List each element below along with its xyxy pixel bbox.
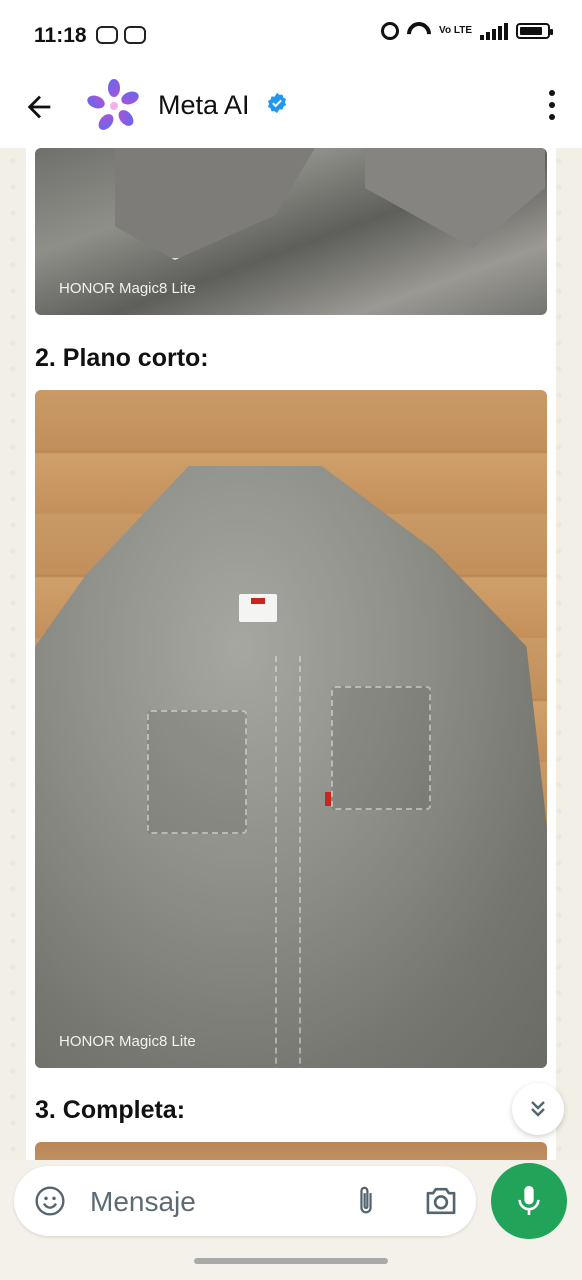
- collar-right: [365, 148, 545, 248]
- system-icons: Vo LTE: [381, 22, 553, 40]
- section-heading: 3. Completa:: [35, 1096, 186, 1124]
- shirt-short-shot-photo[interactable]: HONOR Magic8 Lite: [35, 390, 547, 1068]
- chat-header: Meta AI: [0, 70, 582, 148]
- back-arrow-icon[interactable]: [22, 90, 56, 124]
- denim-shirt: [35, 466, 547, 1068]
- button-placket: [275, 656, 301, 1068]
- photo-watermark: HONOR Magic8 Lite: [59, 1033, 196, 1050]
- navigation-handle[interactable]: [194, 1258, 388, 1264]
- shirt-collar-photo[interactable]: HONOR Magic8 Lite: [35, 148, 547, 315]
- shirt-full-photo[interactable]: [35, 1142, 547, 1160]
- collar-left: [115, 148, 315, 260]
- status-time: 11:18: [34, 24, 87, 47]
- mic-icon: [518, 1185, 540, 1215]
- message-composer: [14, 1166, 476, 1236]
- notification-icon: [124, 26, 146, 44]
- red-tab: [325, 792, 331, 806]
- scroll-down-icon: [531, 1101, 545, 1117]
- more-options-icon[interactable]: [548, 90, 556, 124]
- status-bar: 11:18 Vo LTE: [0, 0, 582, 70]
- volte-indicator: Vo LTE: [439, 25, 472, 36]
- chat-area[interactable]: HONOR Magic8 Lite 2. Plano corto: HONOR …: [0, 148, 582, 1160]
- brand-label: [239, 594, 277, 622]
- scroll-down-button[interactable]: [512, 1083, 564, 1135]
- battery-icon: [516, 23, 553, 39]
- alarm-icon: [381, 22, 400, 40]
- notification-icon: [96, 26, 118, 44]
- paperclip-icon[interactable]: [352, 1184, 380, 1218]
- verified-badge-icon: [267, 92, 287, 114]
- section-heading: 2. Plano corto:: [35, 344, 209, 372]
- left-pocket: [147, 710, 247, 834]
- message-input[interactable]: [88, 1183, 332, 1221]
- camera-icon[interactable]: [424, 1186, 458, 1216]
- chat-title[interactable]: Meta AI: [158, 90, 250, 121]
- emoji-icon[interactable]: [34, 1185, 66, 1217]
- meta-ai-logo-icon[interactable]: [86, 78, 142, 134]
- notification-icons: [96, 26, 146, 44]
- message-bubble: HONOR Magic8 Lite 2. Plano corto: HONOR …: [26, 148, 556, 1160]
- signal-icon: [480, 22, 508, 40]
- wifi-icon: [407, 22, 431, 40]
- photo-watermark: HONOR Magic8 Lite: [59, 280, 196, 297]
- right-pocket: [331, 686, 431, 810]
- voice-message-button[interactable]: [491, 1163, 567, 1239]
